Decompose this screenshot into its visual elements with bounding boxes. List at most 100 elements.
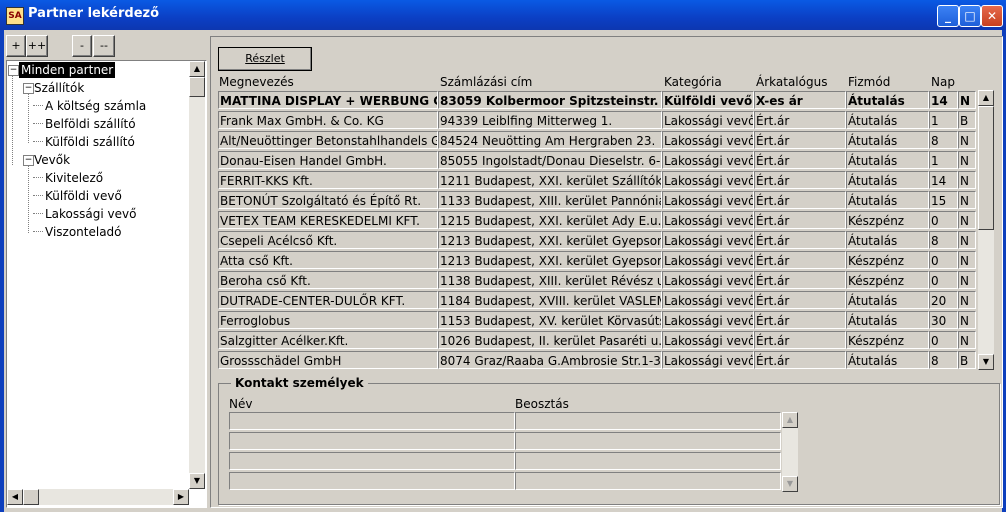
cell-payment-method[interactable]: Átutalás bbox=[846, 111, 929, 129]
tree-vertical-scrollbar[interactable]: ▲ ▼ bbox=[189, 61, 205, 489]
tree-leaf-foreign-supplier[interactable]: Külföldi szállító bbox=[45, 134, 135, 150]
cell-category[interactable]: Lakossági vevő bbox=[662, 351, 754, 369]
close-button[interactable]: ✕ bbox=[981, 5, 1003, 27]
cell-price-catalog[interactable]: Ért.ár bbox=[754, 211, 846, 229]
cell-category[interactable]: Lakossági vevő bbox=[662, 271, 754, 289]
down-arrow-icon[interactable]: ▼ bbox=[978, 354, 994, 370]
cell-name[interactable]: Csepeli Acélcső Kft. bbox=[218, 231, 438, 249]
cell-flag[interactable]: N bbox=[958, 251, 976, 269]
cell-flag[interactable]: N bbox=[958, 271, 976, 289]
cell-price-catalog[interactable]: Ért.ár bbox=[754, 291, 846, 309]
cell-days[interactable]: 0 bbox=[929, 331, 958, 349]
contacts-vertical-scrollbar[interactable]: ▲ ▼ bbox=[782, 412, 798, 492]
column-header-category[interactable]: Kategória bbox=[664, 75, 722, 89]
cell-price-catalog[interactable]: Ért.ár bbox=[754, 231, 846, 249]
cell-billing-address[interactable]: 8074 Graz/Raaba G.Ambrosie Str.1-3 bbox=[438, 351, 662, 369]
cell-name[interactable]: Donau-Eisen Handel GmbH. bbox=[218, 151, 438, 169]
cell-billing-address[interactable]: 1211 Budapest, XXI. kerület Szállítók u bbox=[438, 171, 662, 189]
cell-flag[interactable]: B bbox=[958, 351, 976, 369]
cell-price-catalog[interactable]: Ért.ár bbox=[754, 111, 846, 129]
cell-category[interactable]: Lakossági vevő bbox=[662, 111, 754, 129]
cell-name[interactable]: Ferroglobus bbox=[218, 311, 438, 329]
column-header-days[interactable]: Nap bbox=[931, 75, 955, 89]
expand-button[interactable]: + bbox=[6, 35, 26, 57]
contact-name-cell[interactable] bbox=[229, 412, 515, 430]
cell-price-catalog[interactable]: Ért.ár bbox=[754, 331, 846, 349]
cell-flag[interactable]: N bbox=[958, 231, 976, 249]
tree-leaf-contractor[interactable]: Kivitelező bbox=[45, 170, 103, 186]
cell-flag[interactable]: N bbox=[958, 331, 976, 349]
cell-payment-method[interactable]: Átutalás bbox=[846, 91, 929, 109]
cell-days[interactable]: 1 bbox=[929, 151, 958, 169]
cell-flag[interactable]: N bbox=[958, 211, 976, 229]
cell-payment-method[interactable]: Átutalás bbox=[846, 191, 929, 209]
column-header-name[interactable]: Megnevezés bbox=[219, 75, 294, 89]
cell-name[interactable]: MATTINA DISPLAY + WERBUNG Gm bbox=[218, 91, 438, 109]
detail-button[interactable]: Részlet bbox=[218, 47, 312, 71]
cell-price-catalog[interactable]: Ért.ár bbox=[754, 311, 846, 329]
column-header-payment-method[interactable]: Fizmód bbox=[848, 75, 890, 89]
cell-payment-method[interactable]: Készpénz bbox=[846, 251, 929, 269]
cell-billing-address[interactable]: 1213 Budapest, XXI. kerület Gyepsor u bbox=[438, 231, 662, 249]
collapse-node-icon[interactable]: − bbox=[23, 155, 34, 166]
cell-billing-address[interactable]: 1213 Budapest, XXI. kerület Gyepsor u bbox=[438, 251, 662, 269]
cell-days[interactable]: 0 bbox=[929, 251, 958, 269]
cell-billing-address[interactable]: 83059 Kolbermoor Spitzsteinstr. 1 bbox=[438, 91, 662, 109]
collapse-button[interactable]: - bbox=[72, 35, 92, 57]
tree-root-all-partners[interactable]: Minden partner bbox=[19, 62, 116, 78]
cell-payment-method[interactable]: Készpénz bbox=[846, 331, 929, 349]
cell-name[interactable]: Alt/Neuöttinger Betonstahlhandels Gm bbox=[218, 131, 438, 149]
contact-name-cell[interactable] bbox=[229, 432, 515, 450]
cell-flag[interactable]: N bbox=[958, 151, 976, 169]
cell-days[interactable]: 14 bbox=[929, 91, 958, 109]
cell-category[interactable]: Lakossági vevő bbox=[662, 231, 754, 249]
down-arrow-icon[interactable]: ▼ bbox=[782, 476, 798, 492]
left-arrow-icon[interactable]: ◀ bbox=[7, 489, 23, 505]
cell-category[interactable]: Lakossági vevő bbox=[662, 311, 754, 329]
cell-name[interactable]: Salzgitter Acélker.Kft. bbox=[218, 331, 438, 349]
cell-billing-address[interactable]: 1138 Budapest, XIII. kerület Révész u. bbox=[438, 271, 662, 289]
cell-billing-address[interactable]: 1026 Budapest, II. kerület Pasaréti u. bbox=[438, 331, 662, 349]
collapse-all-button[interactable]: -- bbox=[93, 35, 115, 57]
cell-billing-address[interactable]: 85055 Ingolstadt/Donau Dieselstr. 6-8. bbox=[438, 151, 662, 169]
cell-flag[interactable]: N bbox=[958, 171, 976, 189]
cell-price-catalog[interactable]: Ért.ár bbox=[754, 171, 846, 189]
up-arrow-icon[interactable]: ▲ bbox=[978, 90, 994, 106]
cell-payment-method[interactable]: Átutalás bbox=[846, 231, 929, 249]
partner-tree[interactable]: − Minden partner − Szállítók A költség s… bbox=[6, 60, 207, 508]
contact-position-cell[interactable] bbox=[515, 452, 781, 470]
cell-days[interactable]: 20 bbox=[929, 291, 958, 309]
tree-leaf-retail-buyer[interactable]: Lakossági vevő bbox=[45, 206, 136, 222]
up-arrow-icon[interactable]: ▲ bbox=[189, 61, 205, 77]
table-vertical-scrollbar[interactable]: ▲ ▼ bbox=[978, 90, 994, 370]
cell-billing-address[interactable]: 1153 Budapest, XV. kerület Körvasúts bbox=[438, 311, 662, 329]
cell-category[interactable]: Lakossági vevő bbox=[662, 331, 754, 349]
contact-name-cell[interactable] bbox=[229, 472, 515, 490]
cell-price-catalog[interactable]: Ért.ár bbox=[754, 351, 846, 369]
tree-node-suppliers[interactable]: Szállítók bbox=[34, 80, 84, 96]
contact-position-cell[interactable] bbox=[515, 412, 781, 430]
cell-price-catalog[interactable]: X-es ár bbox=[754, 91, 846, 109]
cell-payment-method[interactable]: Átutalás bbox=[846, 151, 929, 169]
cell-payment-method[interactable]: Készpénz bbox=[846, 211, 929, 229]
cell-payment-method[interactable]: Átutalás bbox=[846, 291, 929, 309]
cell-category[interactable]: Külföldi vevő bbox=[662, 91, 754, 109]
contact-position-cell[interactable] bbox=[515, 472, 781, 490]
up-arrow-icon[interactable]: ▲ bbox=[782, 412, 798, 428]
cell-payment-method[interactable]: Átutalás bbox=[846, 311, 929, 329]
contact-position-cell[interactable] bbox=[515, 432, 781, 450]
collapse-node-icon[interactable]: − bbox=[23, 83, 34, 94]
cell-flag[interactable]: N bbox=[958, 291, 976, 309]
cell-name[interactable]: Atta cső Kft. bbox=[218, 251, 438, 269]
column-header-billing-address[interactable]: Számlázási cím bbox=[440, 75, 532, 89]
tree-node-buyers[interactable]: Vevők bbox=[34, 152, 70, 168]
cell-days[interactable]: 8 bbox=[929, 131, 958, 149]
cell-days[interactable]: 14 bbox=[929, 171, 958, 189]
cell-name[interactable]: Grossschädel GmbH bbox=[218, 351, 438, 369]
cell-category[interactable]: Lakossági vevő bbox=[662, 191, 754, 209]
cell-category[interactable]: Lakossági vevő bbox=[662, 151, 754, 169]
cell-flag[interactable]: N bbox=[958, 311, 976, 329]
cell-flag[interactable]: N bbox=[958, 131, 976, 149]
cell-price-catalog[interactable]: Ért.ár bbox=[754, 191, 846, 209]
cell-days[interactable]: 0 bbox=[929, 271, 958, 289]
